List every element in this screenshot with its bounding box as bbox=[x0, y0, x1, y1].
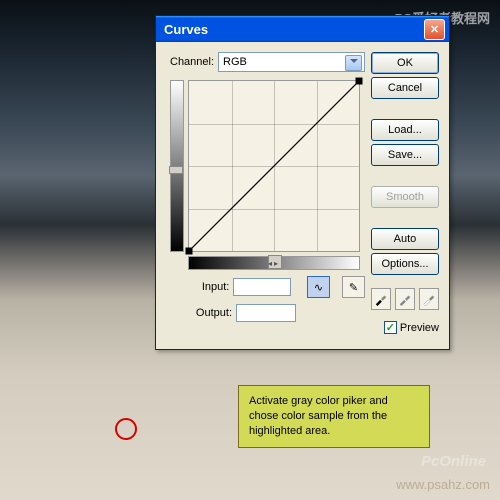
eyedropper-row bbox=[371, 288, 439, 310]
ok-button[interactable]: OK bbox=[371, 52, 439, 74]
curve-point-start[interactable] bbox=[186, 248, 193, 255]
eyedropper-white-button[interactable] bbox=[419, 288, 439, 310]
output-label: Output: bbox=[170, 307, 232, 319]
channel-value: RGB bbox=[223, 56, 247, 68]
auto-button[interactable]: Auto bbox=[371, 228, 439, 250]
horizontal-gradient[interactable]: ◂▸ bbox=[188, 256, 360, 270]
options-button[interactable]: Options... bbox=[371, 253, 439, 275]
save-button[interactable]: Save... bbox=[371, 144, 439, 166]
preview-row: ✓ Preview bbox=[371, 321, 439, 334]
load-button[interactable]: Load... bbox=[371, 119, 439, 141]
curve-freehand-icon: ✎ bbox=[349, 281, 358, 294]
smooth-button: Smooth bbox=[371, 186, 439, 208]
watermark-bottom-right: PcOnline bbox=[421, 453, 486, 470]
dialog-body: Channel: RGB bbox=[156, 42, 449, 344]
dialog-titlebar[interactable]: Curves ✕ bbox=[156, 16, 449, 42]
close-button[interactable]: ✕ bbox=[424, 19, 445, 40]
annotation-note: Activate gray color piker and chose colo… bbox=[238, 385, 430, 448]
input-field[interactable] bbox=[233, 278, 291, 296]
input-row: Input: ∿ ✎ bbox=[170, 276, 365, 298]
eyedropper-white-icon bbox=[422, 292, 436, 306]
output-row: Output: bbox=[170, 304, 365, 322]
curve-smooth-icon: ∿ bbox=[314, 281, 323, 294]
slider-handle-icon[interactable]: ◂▸ bbox=[268, 259, 280, 268]
highlight-circle bbox=[115, 418, 137, 440]
curve-point-end[interactable] bbox=[356, 78, 363, 85]
eyedropper-gray-icon bbox=[398, 292, 412, 306]
close-icon: ✕ bbox=[430, 23, 439, 36]
eyedropper-black-button[interactable] bbox=[371, 288, 391, 310]
dialog-title: Curves bbox=[164, 22, 424, 37]
curve-freehand-button[interactable]: ✎ bbox=[342, 276, 365, 298]
eyedropper-gray-button[interactable] bbox=[395, 288, 415, 310]
hgrad-row: ◂▸ bbox=[188, 256, 365, 270]
watermark-bottom-url: www.psahz.com bbox=[396, 477, 490, 492]
vertical-gradient[interactable] bbox=[170, 80, 184, 252]
preview-label[interactable]: Preview bbox=[400, 322, 439, 334]
curves-dialog: Curves ✕ Channel: RGB bbox=[155, 15, 450, 350]
preview-checkbox[interactable]: ✓ bbox=[384, 321, 397, 334]
curve-line[interactable] bbox=[189, 81, 359, 251]
channel-row: Channel: RGB bbox=[170, 52, 365, 72]
input-label: Input: bbox=[170, 281, 229, 293]
channel-label: Channel: bbox=[170, 56, 214, 68]
channel-select[interactable]: RGB bbox=[218, 52, 365, 72]
eyedropper-black-icon bbox=[374, 292, 388, 306]
output-field[interactable] bbox=[236, 304, 296, 322]
chevron-down-icon bbox=[350, 59, 358, 63]
curve-smooth-button[interactable]: ∿ bbox=[307, 276, 330, 298]
curves-graph[interactable] bbox=[188, 80, 360, 252]
button-column: OK Cancel Load... Save... Smooth Auto Op… bbox=[371, 52, 439, 334]
graph-row bbox=[170, 80, 365, 252]
curves-panel: Channel: RGB bbox=[170, 52, 365, 334]
checkmark-icon: ✓ bbox=[386, 321, 395, 334]
cancel-button[interactable]: Cancel bbox=[371, 77, 439, 99]
